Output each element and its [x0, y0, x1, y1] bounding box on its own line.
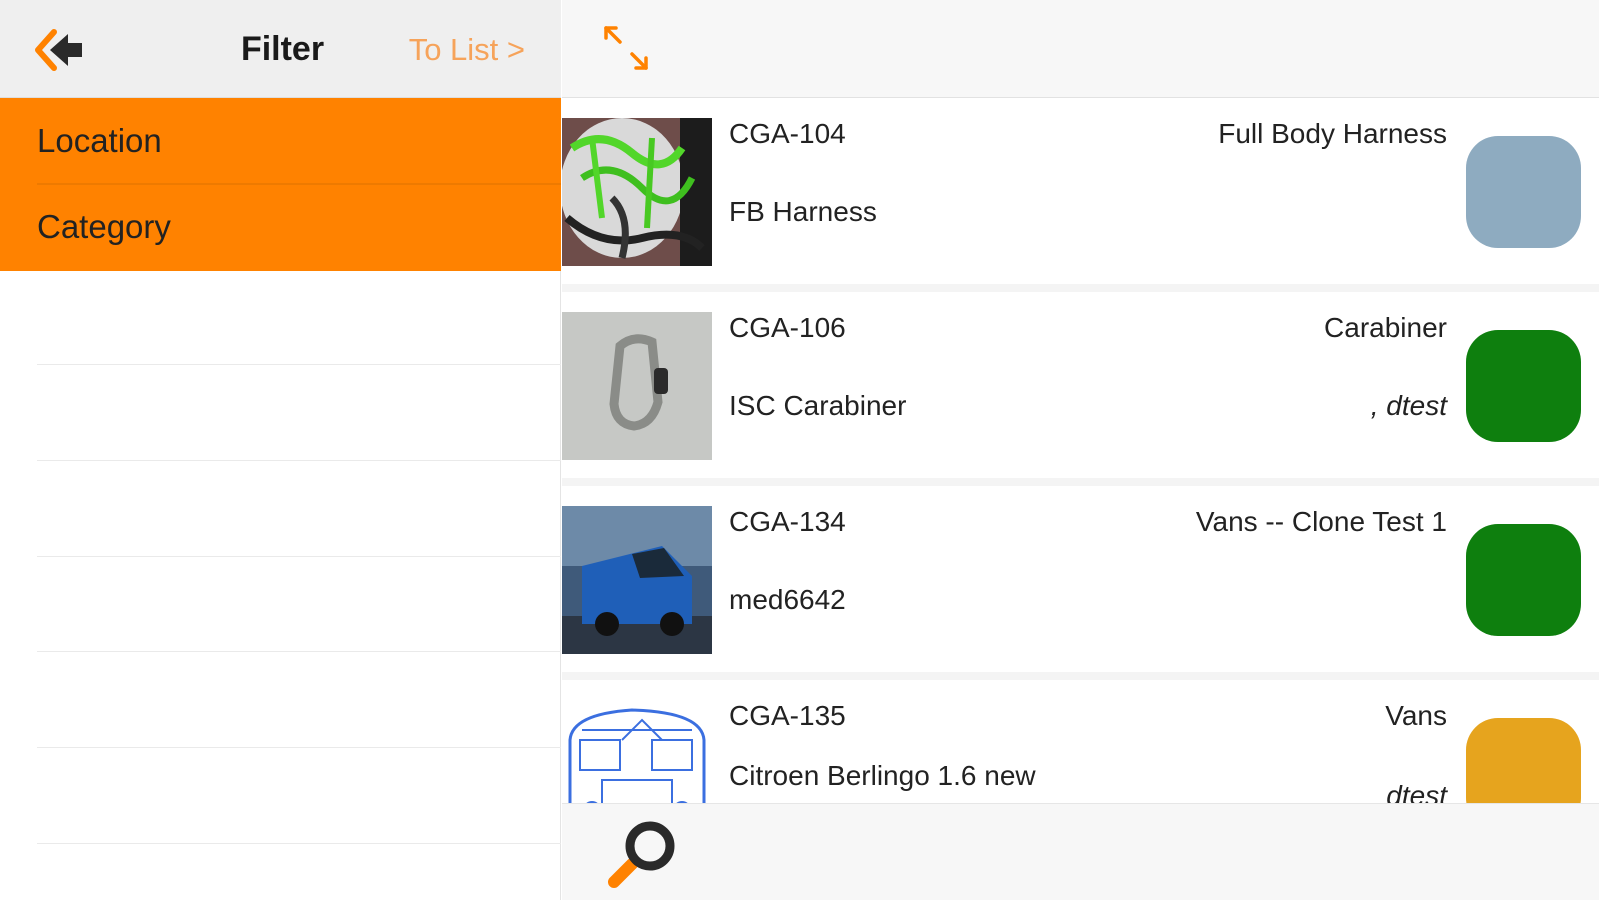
status-badge	[1466, 330, 1581, 442]
asset-code: CGA-134	[729, 506, 846, 537]
divider	[562, 284, 1599, 292]
divider	[562, 672, 1599, 680]
asset-category: Vans -- Clone Test 1	[1195, 506, 1447, 537]
divider	[562, 478, 1599, 486]
filter-location-label: Location	[37, 122, 162, 159]
to-list-link[interactable]: To List >	[409, 32, 525, 68]
list-header	[562, 0, 1599, 98]
asset-name: Citroen Berlingo 1.6 new	[729, 760, 1036, 791]
expand-arrows-icon[interactable]	[602, 24, 652, 74]
list-item[interactable]: CGA-135 Vans Citroen Berlingo 1.6 new dt…	[562, 680, 1599, 803]
empty-row-divider	[37, 460, 561, 461]
carabiner-photo	[562, 312, 712, 460]
filter-category-label: Category	[37, 208, 171, 245]
asset-category: Carabiner	[1324, 312, 1447, 343]
list-item[interactable]: CGA-106 Carabiner ISC Carabiner , dtest	[562, 292, 1599, 478]
asset-list: CGA-104 Full Body Harness FB Harness CGA…	[562, 98, 1599, 803]
asset-category: Full Body Harness	[1218, 118, 1447, 149]
back-chevron-icon[interactable]	[34, 26, 90, 74]
status-badge	[1466, 136, 1581, 248]
asset-category: Vans	[1385, 700, 1447, 731]
filter-location[interactable]: Location	[0, 98, 561, 184]
empty-row-divider	[37, 364, 561, 365]
filter-title: Filter	[240, 30, 325, 68]
list-item[interactable]: CGA-104 Full Body Harness FB Harness	[562, 98, 1599, 284]
asset-name: FB Harness	[729, 196, 877, 227]
status-badge	[1466, 524, 1581, 636]
asset-code: CGA-106	[729, 312, 846, 343]
empty-row-divider	[37, 556, 561, 557]
asset-user: dtest	[1386, 780, 1447, 803]
filter-header: Filter To List >	[0, 0, 561, 98]
empty-row-divider	[37, 843, 561, 844]
asset-list-panel: CGA-104 Full Body Harness FB Harness CGA…	[562, 0, 1599, 900]
empty-row-divider	[37, 651, 561, 652]
search-icon[interactable]	[602, 816, 684, 894]
blue-van-photo	[562, 506, 712, 654]
asset-name: ISC Carabiner	[729, 390, 907, 421]
van-blueprint-drawing	[562, 700, 712, 803]
list-item[interactable]: CGA-134 Vans -- Clone Test 1 med6642	[562, 486, 1599, 672]
filter-category[interactable]: Category	[0, 184, 561, 270]
filter-panel: Filter To List > Location Category	[0, 0, 561, 900]
harness-photo	[562, 118, 712, 266]
status-badge	[1466, 718, 1581, 803]
bottom-toolbar	[562, 803, 1599, 900]
asset-code: CGA-135	[729, 700, 846, 731]
empty-row-divider	[37, 747, 561, 748]
app-window: Filter To List > Location Category CGA-1…	[0, 0, 1599, 900]
asset-user: , dtest	[1370, 390, 1447, 421]
asset-name: med6642	[729, 584, 846, 615]
asset-code: CGA-104	[729, 118, 846, 149]
